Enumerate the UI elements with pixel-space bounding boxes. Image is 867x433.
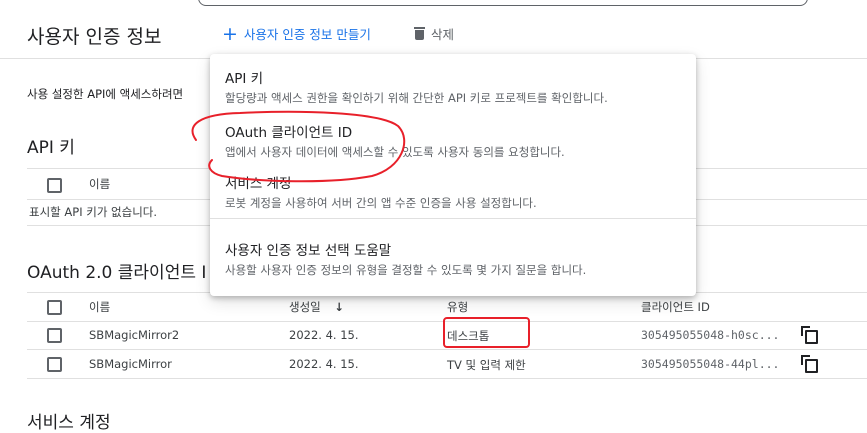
row-checkbox[interactable]	[47, 328, 62, 343]
create-credentials-label: 사용자 인증 정보 만들기	[243, 27, 371, 42]
create-credentials-button[interactable]: + 사용자 인증 정보 만들기	[222, 24, 371, 43]
row-name[interactable]: SBMagicMirror	[89, 357, 172, 371]
menu-item-service-account[interactable]: 서비스 계정 로봇 계정을 사용하여 서버 간의 앱 수준 인증을 사용 설정합…	[225, 172, 537, 211]
menu-item-title: 서비스 계정	[225, 176, 292, 192]
page-header: 사용자 인증 정보 + 사용자 인증 정보 만들기 삭제	[0, 0, 867, 59]
page-title: 사용자 인증 정보	[27, 26, 162, 48]
row-type: TV 및 입력 제한	[447, 358, 526, 372]
plus-icon: +	[222, 22, 238, 45]
row-date: 2022. 4. 15.	[289, 328, 359, 342]
api-keys-col-name: 이름	[89, 177, 111, 191]
row-name[interactable]: SBMagicMirror2	[89, 328, 179, 342]
menu-item-oauth-client-id[interactable]: OAuth 클라이언트 ID 앱에서 사용자 데이터에 액세스할 수 있도록 사…	[225, 121, 565, 160]
delete-button[interactable]: 삭제	[414, 24, 454, 43]
create-credentials-menu: API 키 할당량과 액세스 권한을 확인하기 위해 간단한 API 키로 프로…	[210, 54, 696, 296]
sort-down-arrow-icon[interactable]: ↓	[334, 300, 344, 314]
type-highlight-box	[443, 317, 530, 348]
delete-label: 삭제	[431, 27, 455, 42]
oauth-select-all-checkbox[interactable]	[47, 300, 62, 315]
menu-item-title: 사용자 인증 정보 선택 도움말	[225, 243, 392, 259]
menu-item-title: OAuth 클라이언트 ID	[225, 125, 353, 141]
menu-item-subtitle: 앱에서 사용자 데이터에 액세스할 수 있도록 사용자 동의를 요청합니다.	[225, 145, 565, 159]
service-accounts-title: 서비스 계정	[27, 413, 111, 433]
api-keys-title: API 키	[27, 138, 75, 158]
row-date: 2022. 4. 15.	[289, 357, 359, 371]
api-keys-select-all-checkbox[interactable]	[47, 178, 62, 193]
oauth-col-created-label: 생성일	[289, 300, 321, 314]
menu-item-title: API 키	[225, 71, 264, 87]
description-text: 사용 설정한 API에 액세스하려면	[27, 87, 184, 101]
oauth-col-name: 이름	[89, 300, 111, 314]
oauth-col-type: 유형	[447, 300, 469, 314]
oauth-col-client-id: 클라이언트 ID	[641, 300, 710, 314]
api-keys-empty-text: 표시할 API 키가 없습니다.	[29, 205, 158, 219]
menu-divider	[210, 218, 696, 219]
copy-icon[interactable]	[801, 355, 818, 373]
menu-item-api-key[interactable]: API 키 할당량과 액세스 권한을 확인하기 위해 간단한 API 키로 프로…	[225, 67, 608, 106]
menu-item-help[interactable]: 사용자 인증 정보 선택 도움말 사용할 사용자 인증 정보의 유형을 결정할 …	[225, 239, 586, 278]
copy-icon[interactable]	[801, 326, 818, 344]
menu-item-subtitle: 로봇 계정을 사용하여 서버 간의 앱 수준 인증을 사용 설정합니다.	[225, 196, 537, 210]
menu-item-subtitle: 사용할 사용자 인증 정보의 유형을 결정할 수 있도록 몇 가지 질문을 합니…	[225, 263, 587, 277]
menu-item-subtitle: 할당량과 액세스 권한을 확인하기 위해 간단한 API 키로 프로젝트를 확인…	[225, 91, 608, 105]
row-client-id: 305495055048-44pl...	[641, 357, 780, 371]
row-client-id: 305495055048-h0sc...	[641, 328, 780, 342]
oauth-col-created[interactable]: 생성일 ↓	[289, 299, 344, 315]
table-row[interactable]: SBMagicMirror 2022. 4. 15. TV 및 입력 제한 30…	[27, 350, 867, 379]
oauth-title: OAuth 2.0 클라이언트 I	[27, 263, 207, 283]
row-checkbox[interactable]	[47, 357, 62, 372]
trash-icon	[414, 27, 425, 40]
